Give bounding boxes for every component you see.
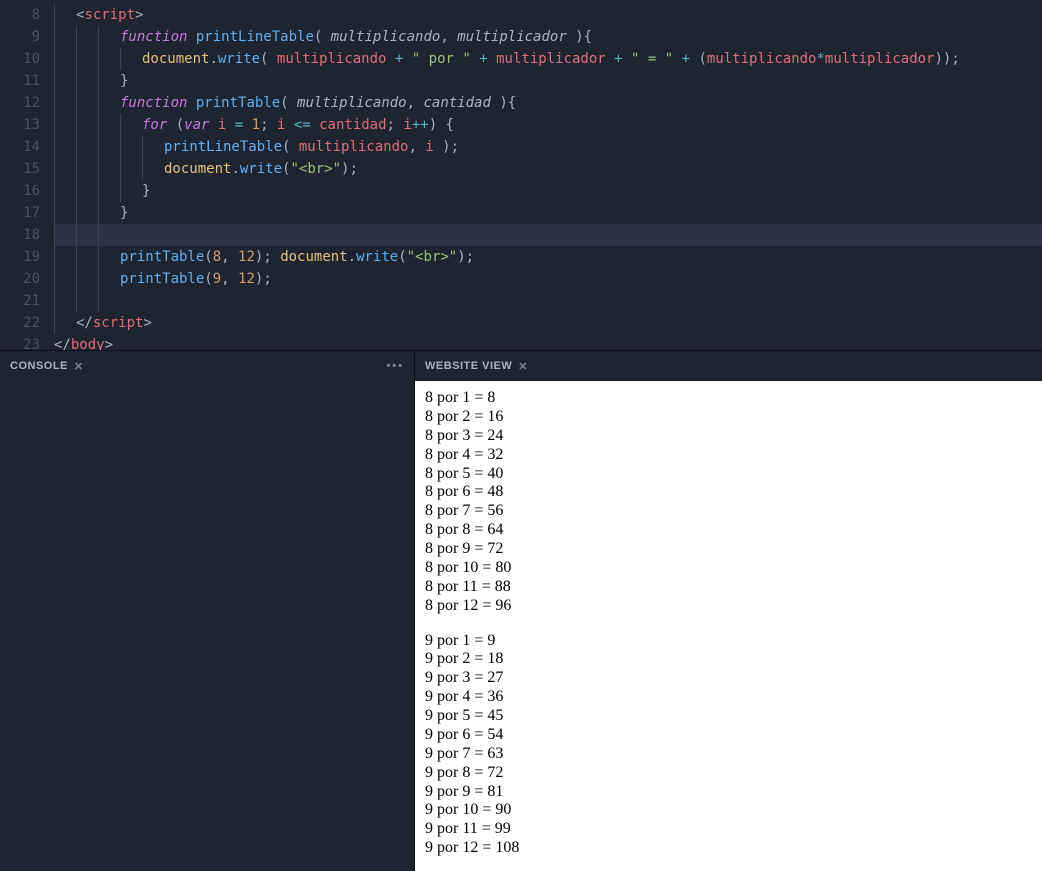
console-panel-header: CONSOLE ✕ ••• (0, 351, 414, 381)
output-line: 9 por 7 = 63 (425, 745, 1032, 764)
line-number: 20 (0, 268, 54, 290)
console-body[interactable] (0, 381, 414, 871)
line-number: 16 (0, 180, 54, 202)
close-icon[interactable]: ✕ (74, 360, 84, 373)
line-number: 17 (0, 202, 54, 224)
code-line[interactable]: </script> (54, 312, 1042, 334)
code-line[interactable]: function printTable( multiplicando, cant… (54, 92, 1042, 114)
line-number: 11 (0, 70, 54, 92)
output-line: 8 por 1 = 8 (425, 389, 1032, 408)
code-area[interactable]: <script>function printLineTable( multipl… (54, 0, 1042, 350)
website-view-panel: WEBSITE VIEW ✕ 8 por 1 = 88 por 2 = 168 … (415, 351, 1042, 871)
code-line[interactable]: } (54, 202, 1042, 224)
output-line: 8 por 3 = 24 (425, 427, 1032, 446)
output-line: 9 por 2 = 18 (425, 650, 1032, 669)
code-editor[interactable]: 891011121314151617181920212223 <script>f… (0, 0, 1042, 350)
output-line: 8 por 10 = 80 (425, 559, 1032, 578)
line-number: 8 (0, 4, 54, 26)
console-title: CONSOLE (10, 360, 68, 372)
output-line: 9 por 10 = 90 (425, 801, 1032, 820)
code-line[interactable]: </body> (54, 334, 1042, 350)
code-line[interactable]: document.write("<br>"); (54, 158, 1042, 180)
output-line: 9 por 12 = 108 (425, 839, 1032, 858)
line-number: 12 (0, 92, 54, 114)
website-view-title: WEBSITE VIEW (425, 360, 512, 372)
code-line[interactable] (54, 290, 1042, 312)
output-line: 8 por 12 = 96 (425, 597, 1032, 616)
output-line: 9 por 9 = 81 (425, 783, 1032, 802)
output-line: 8 por 7 = 56 (425, 502, 1032, 521)
output-line: 9 por 6 = 54 (425, 726, 1032, 745)
code-line[interactable]: for (var i = 1; i <= cantidad; i++) { (54, 114, 1042, 136)
code-line[interactable] (54, 224, 1042, 246)
line-number: 10 (0, 48, 54, 70)
line-number: 14 (0, 136, 54, 158)
line-number: 21 (0, 290, 54, 312)
more-icon[interactable]: ••• (386, 360, 404, 372)
code-line[interactable]: function printLineTable( multiplicando, … (54, 26, 1042, 48)
output-line: 9 por 1 = 9 (425, 632, 1032, 651)
line-number: 19 (0, 246, 54, 268)
code-line[interactable]: printTable(8, 12); document.write("<br>"… (54, 246, 1042, 268)
output-line: 8 por 11 = 88 (425, 578, 1032, 597)
code-line[interactable]: printTable(9, 12); (54, 268, 1042, 290)
line-number: 22 (0, 312, 54, 334)
code-line[interactable]: document.write( multiplicando + " por " … (54, 48, 1042, 70)
output-line: 9 por 8 = 72 (425, 764, 1032, 783)
website-view-header: WEBSITE VIEW ✕ (415, 351, 1042, 381)
code-line[interactable]: <script> (54, 4, 1042, 26)
line-gutter: 891011121314151617181920212223 (0, 0, 54, 350)
code-line[interactable]: printLineTable( multiplicando, i ); (54, 136, 1042, 158)
line-number: 18 (0, 224, 54, 246)
output-line: 9 por 11 = 99 (425, 820, 1032, 839)
output-line: 8 por 9 = 72 (425, 540, 1032, 559)
line-number: 15 (0, 158, 54, 180)
line-number: 23 (0, 334, 54, 350)
output-line: 9 por 4 = 36 (425, 688, 1032, 707)
output-line: 8 por 5 = 40 (425, 465, 1032, 484)
close-icon[interactable]: ✕ (518, 360, 528, 373)
output-line: 9 por 5 = 45 (425, 707, 1032, 726)
output-line: 8 por 6 = 48 (425, 483, 1032, 502)
console-panel: CONSOLE ✕ ••• (0, 351, 415, 871)
code-line[interactable]: } (54, 180, 1042, 202)
output-line: 8 por 4 = 32 (425, 446, 1032, 465)
line-number: 13 (0, 114, 54, 136)
output-line: 8 por 8 = 64 (425, 521, 1032, 540)
output-line: 9 por 3 = 27 (425, 669, 1032, 688)
line-number: 9 (0, 26, 54, 48)
website-view-body[interactable]: 8 por 1 = 88 por 2 = 168 por 3 = 248 por… (415, 381, 1042, 871)
code-line[interactable]: } (54, 70, 1042, 92)
bottom-panels: CONSOLE ✕ ••• WEBSITE VIEW ✕ 8 por 1 = 8… (0, 350, 1042, 871)
output-line: 8 por 2 = 16 (425, 408, 1032, 427)
